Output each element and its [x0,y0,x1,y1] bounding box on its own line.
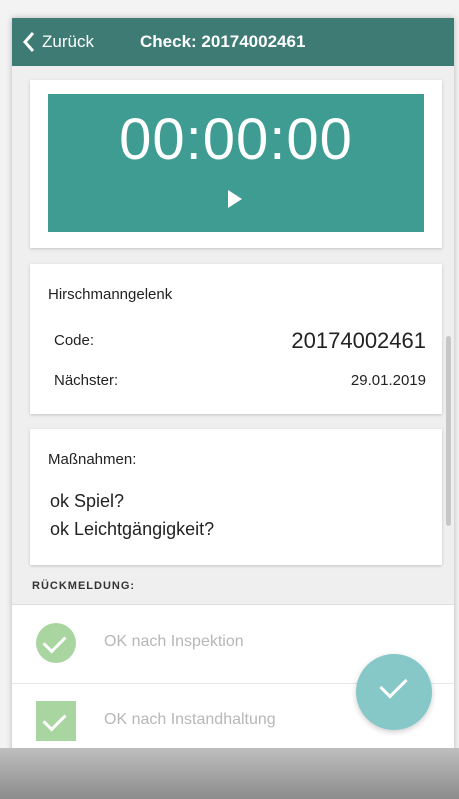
timer-display: 00:00:00 [119,107,353,172]
code-label: Code: [54,332,95,349]
measures-title: Maßnahmen: [48,451,137,468]
timer-panel: 00:00:00 [48,94,424,232]
check-circle-icon [36,623,76,663]
measure-item: ok Spiel? [50,491,125,511]
next-date-value: 29.01.2019 [350,372,426,389]
confirm-fab-button[interactable] [356,654,432,730]
measures-card: Maßnahmen: ok Spiel? ok Leichtgängigkeit… [30,429,442,565]
check-square-icon [36,701,76,741]
feedback-option-label: OK nach Instandhaltung [104,711,276,728]
scrollbar[interactable] [446,336,451,526]
component-title: Hirschmanngelenk [48,286,173,303]
measure-item: ok Leichtgängigkeit? [50,519,215,539]
back-button[interactable]: Zurück [20,30,94,54]
feedback-section-label: RÜCKMELDUNG: [32,580,136,592]
feedback-option-label: OK nach Inspektion [104,633,244,650]
top-app-bar: Zurück Check: 20174002461 [12,18,454,66]
back-label: Zurück [42,32,94,51]
timer-card: 00:00:00 [30,80,442,248]
details-card: Hirschmanngelenk Code: 20174002461 Nächs… [30,264,442,414]
play-icon[interactable] [228,190,242,208]
code-value: 20174002461 [291,328,426,353]
check-icon [379,670,408,699]
chevron-left-icon [22,32,35,52]
system-navigation-bar [0,748,459,799]
page-title: Check: 20174002461 [140,32,306,51]
next-date-label: Nächster: [54,372,119,389]
